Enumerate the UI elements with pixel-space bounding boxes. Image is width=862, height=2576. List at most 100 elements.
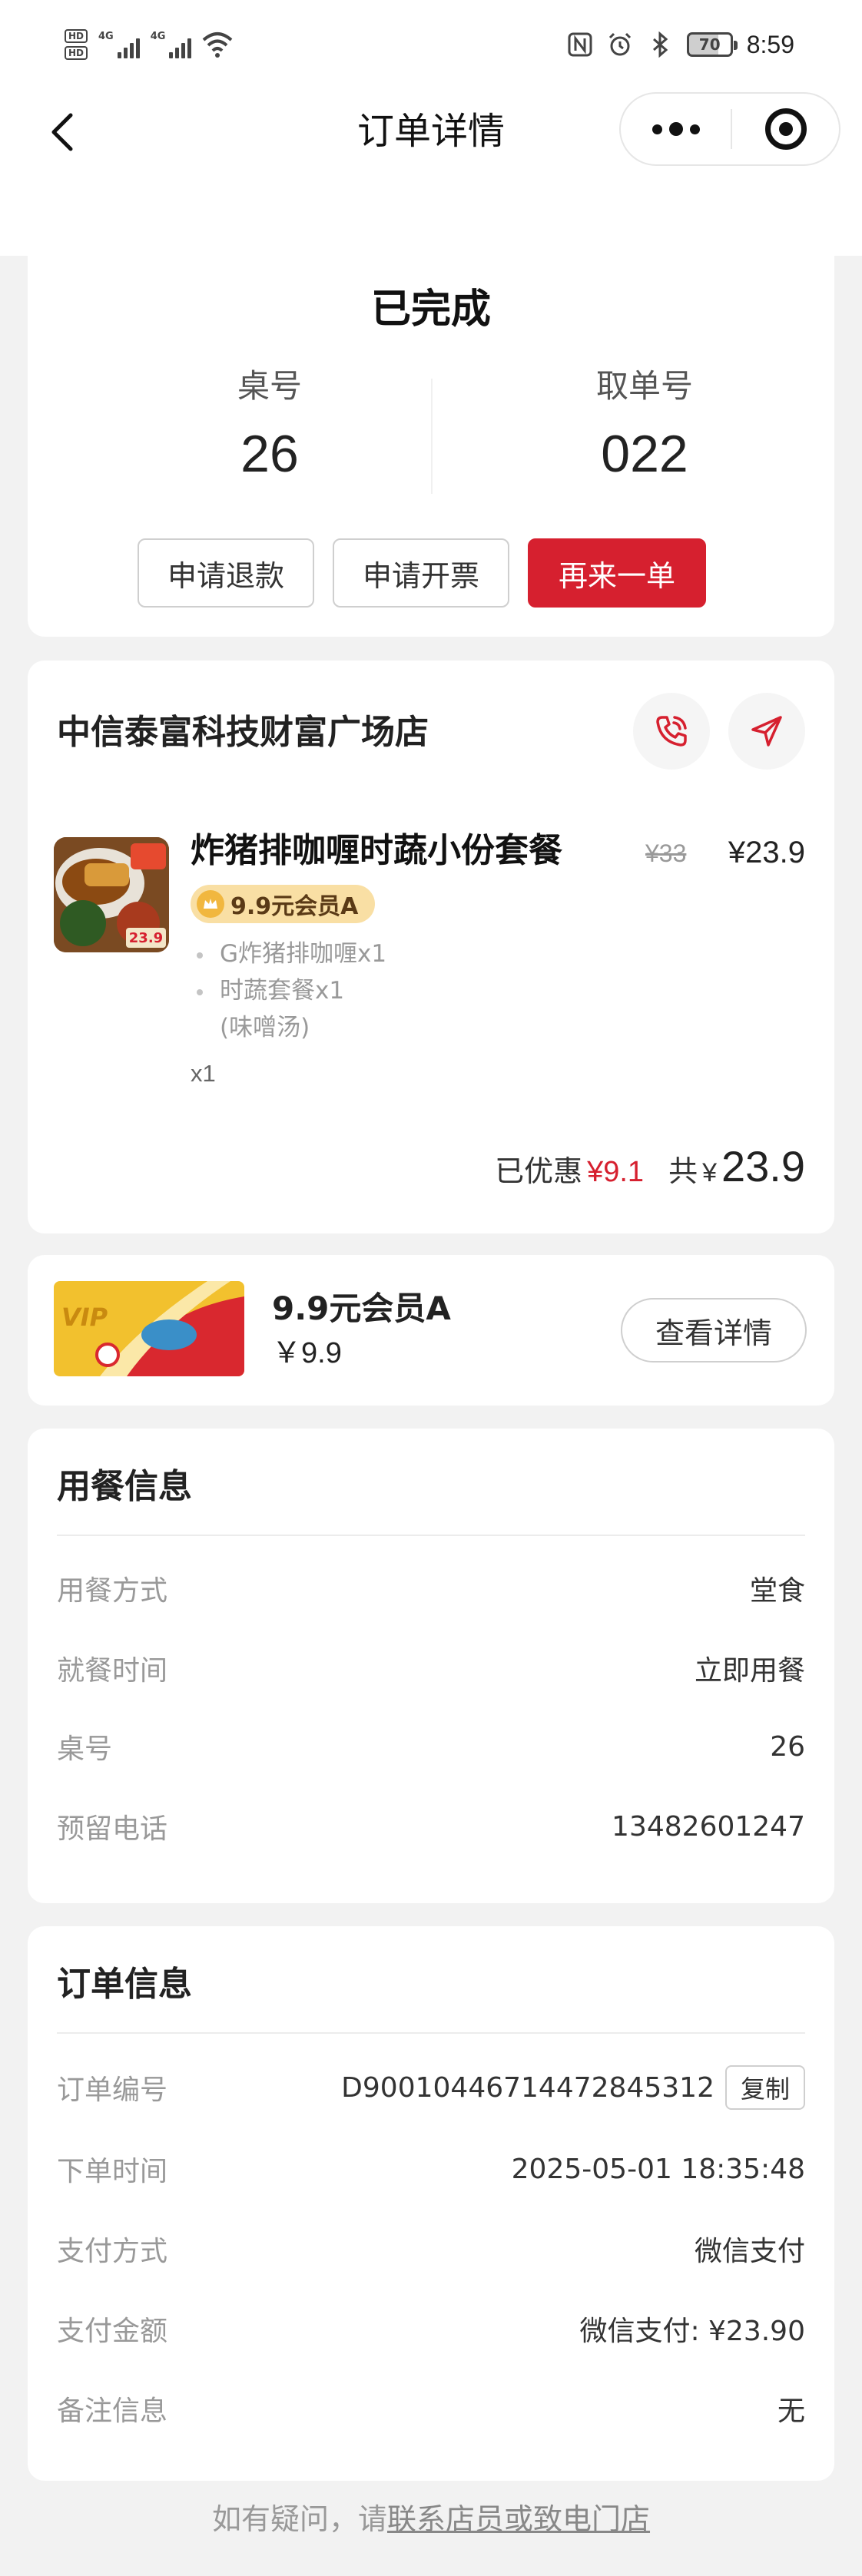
sub-item-note: (味噌汤) — [220, 1014, 310, 1041]
info-value: 微信支付: ¥23.90 — [579, 2316, 805, 2347]
pickup-number-label: 取单号 — [595, 367, 693, 405]
membership-name: 9.9元会员A — [272, 1290, 451, 1327]
target-icon — [764, 108, 807, 150]
nav-bar: 订单详情 — [0, 92, 862, 172]
info-value: D90010446714472845312 复制 — [341, 2065, 805, 2110]
call-store-button[interactable] — [633, 693, 710, 770]
more-icon[interactable] — [621, 94, 731, 164]
info-value: 立即用餐 — [694, 1655, 805, 1687]
info-row-order-time: 下单时间 2025-05-01 18:35:48 — [57, 2141, 805, 2197]
divider — [57, 1535, 805, 1536]
info-value: 2025-05-01 18:35:48 — [511, 2153, 805, 2185]
bluetooth-icon — [652, 31, 668, 58]
phone-icon — [656, 716, 687, 747]
info-row-dining-mode: 用餐方式 堂食 — [57, 1561, 805, 1616]
info-label: 支付方式 — [57, 2236, 168, 2267]
info-label: 订单编号 — [57, 2074, 168, 2106]
dining-info-title: 用餐信息 — [57, 1467, 192, 1506]
view-details-button[interactable]: 查看详情 — [621, 1298, 807, 1362]
info-value: 微信支付 — [694, 2236, 805, 2267]
discount-value: ¥9.1 — [587, 1156, 645, 1188]
signal-icon-2: 4G — [151, 31, 192, 58]
discount-label: 已优惠 — [495, 1154, 583, 1188]
info-row-order-number: 订单编号 D90010446714472845312 复制 — [57, 2060, 805, 2115]
sub-item: 时蔬套餐x1 — [191, 972, 386, 1009]
order-status-title: 已完成 — [370, 286, 491, 333]
item-thumbnail: 23.9 — [54, 837, 169, 952]
member-price-tag: 9.9元会员A — [191, 885, 376, 923]
alarm-icon — [608, 32, 631, 56]
status-bar-left: HD HD 4G 4G — [65, 28, 233, 61]
member-tag-label: 9.9元会员A — [230, 893, 359, 920]
table-number-label: 桌号 — [237, 367, 302, 405]
app-header: HD HD 4G 4G 70 8:59 订单详情 — [0, 0, 862, 256]
item-price: ¥23.9 — [728, 836, 805, 869]
total-label: 共 — [668, 1154, 698, 1188]
item-quantity: x1 — [191, 1060, 216, 1087]
total-value: 23.9 — [721, 1142, 805, 1190]
info-value: 26 — [770, 1730, 805, 1763]
membership-image: VIP — [54, 1281, 244, 1376]
refund-button[interactable]: 申请退款 — [138, 538, 314, 608]
table-number-value: 26 — [240, 425, 299, 483]
contact-store-link[interactable]: 联系店员或致电门店 — [387, 2502, 650, 2536]
sub-item: G炸猪排咖喱x1 — [191, 935, 386, 972]
order-info-card: 订单信息 订单编号 D90010446714472845312 复制 下单时间 … — [28, 1926, 834, 2481]
order-status-card: 已完成 桌号 26 取单号 022 申请退款 申请开票 再来一单 — [28, 256, 834, 637]
membership-card: VIP 9.9元会员A ￥9.9 查看详情 — [28, 1255, 834, 1406]
order-info-title: 订单信息 — [57, 1965, 192, 2004]
wifi-icon — [203, 32, 233, 58]
store-name: 中信泰富科技财富广场店 — [57, 713, 429, 752]
info-label: 支付金额 — [57, 2316, 168, 2347]
pickup-number-block: 取单号 022 — [476, 363, 814, 492]
clock: 8:59 — [746, 30, 794, 58]
hd-icon: HD HD — [65, 29, 88, 60]
dining-info-card: 用餐信息 用餐方式 堂食 就餐时间 立即用餐 桌号 26 预留电话 134826… — [28, 1429, 834, 1903]
divider — [57, 2032, 805, 2034]
info-row-dining-time: 就餐时间 立即用餐 — [57, 1641, 805, 1696]
item-sub-items: G炸猪排咖喱x1 时蔬套餐x1 (味噌汤) — [191, 935, 386, 1046]
close-miniprogram-button[interactable] — [732, 108, 839, 150]
info-value: 堂食 — [749, 1575, 805, 1607]
status-bar: HD HD 4G 4G 70 8:59 — [0, 0, 862, 92]
thumbnail-price: 23.9 — [129, 930, 163, 946]
vip-badge-text: VIP — [61, 1303, 108, 1332]
info-row-remarks: 备注信息 无 — [57, 2381, 805, 2436]
table-number-block: 桌号 26 — [101, 363, 439, 492]
number-divider — [431, 379, 433, 494]
info-value: 无 — [777, 2396, 805, 2427]
navigation-icon — [751, 716, 782, 747]
signal-icon: 4G — [98, 31, 140, 58]
total-currency: ¥ — [702, 1158, 717, 1187]
pickup-number-value: 022 — [601, 425, 688, 483]
order-summary: 已优惠 ¥9.1 共 ¥ 23.9 — [495, 1141, 805, 1191]
footer-help-text: 如有疑问，请联系店员或致电门店 — [0, 2496, 862, 2542]
status-bar-right: 70 8:59 — [567, 26, 794, 63]
reorder-button[interactable]: 再来一单 — [528, 538, 706, 608]
footer-prefix: 如有疑问，请 — [211, 2502, 387, 2536]
navigate-store-button[interactable] — [728, 693, 805, 770]
info-label: 备注信息 — [57, 2396, 168, 2427]
item-name: 炸猪排咖喱时蔬小份套餐 — [191, 831, 562, 870]
store-order-card: 中信泰富科技财富广场店 23.9 炸猪排咖喱时蔬小份套餐 ¥33 ¥23.9 9… — [28, 661, 834, 1233]
info-row-payment-method: 支付方式 微信支付 — [57, 2221, 805, 2276]
item-original-price: ¥33 — [645, 839, 687, 867]
info-row-table-number: 桌号 26 — [57, 1719, 805, 1774]
info-value: 13482601247 — [612, 1810, 805, 1843]
copy-button[interactable]: 复制 — [724, 2065, 805, 2110]
order-number: D90010446714472845312 — [341, 2071, 714, 2104]
miniprogram-capsule — [619, 92, 840, 166]
info-label: 就餐时间 — [57, 1655, 168, 1687]
battery-icon: 70 — [686, 32, 738, 57]
info-label: 桌号 — [57, 1733, 113, 1765]
info-row-phone: 预留电话 13482601247 — [57, 1799, 805, 1854]
info-label: 预留电话 — [57, 1813, 168, 1845]
crown-icon — [197, 890, 224, 918]
info-label: 下单时间 — [57, 2156, 168, 2187]
info-label: 用餐方式 — [57, 1575, 168, 1607]
order-action-buttons: 申请退款 申请开票 再来一单 — [138, 538, 706, 608]
info-row-payment-amount: 支付金额 微信支付: ¥23.90 — [57, 2301, 805, 2356]
invoice-button[interactable]: 申请开票 — [333, 538, 509, 608]
membership-price: ￥9.9 — [272, 1337, 342, 1369]
nfc-icon — [568, 32, 592, 57]
